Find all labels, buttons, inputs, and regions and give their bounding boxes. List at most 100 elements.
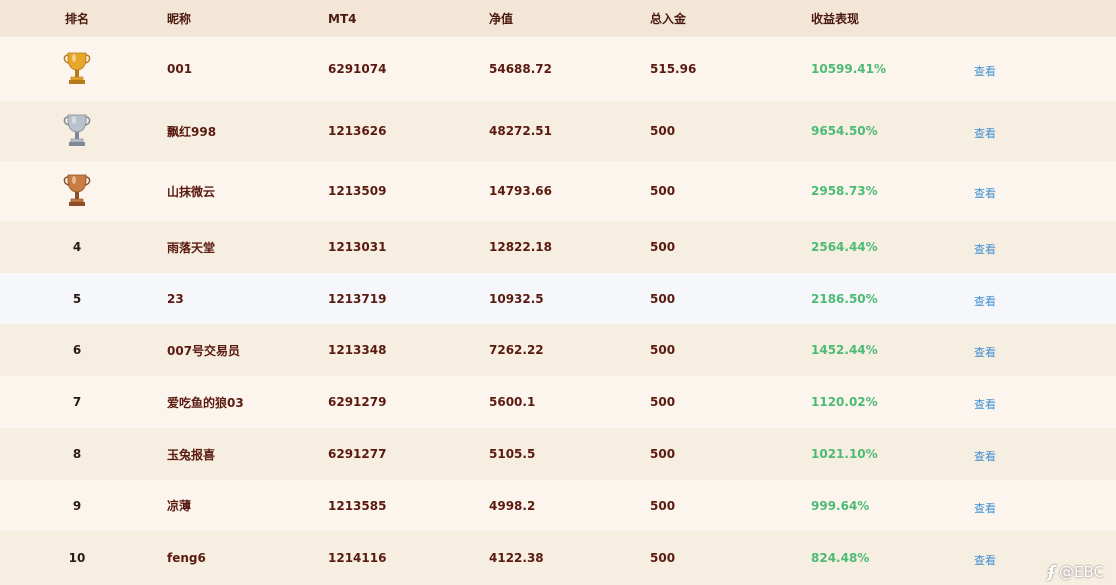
- rank-number: 9: [72, 498, 82, 513]
- performance-cell: 10599.41%: [811, 62, 887, 76]
- view-link[interactable]: 查看: [974, 181, 996, 201]
- bronze-trophy-icon: [62, 171, 92, 212]
- nickname-cell: feng6: [167, 551, 206, 565]
- rank-cell: 9: [40, 480, 114, 531]
- view-cell: 查看: [960, 428, 1010, 480]
- deposit-cell: 500: [650, 447, 676, 461]
- net-value-cell: 12822.18: [489, 240, 553, 254]
- table-row: 飘红998 1213626 48272.51 500 9654.50% 查看: [0, 101, 1116, 161]
- header-performance: 收益表现: [811, 12, 860, 26]
- rank-number: 8: [72, 447, 82, 461]
- view-link[interactable]: 查看: [974, 289, 996, 309]
- header-nickname: 昵称: [167, 12, 192, 26]
- view-cell: 查看: [960, 324, 1010, 376]
- view-cell: 查看: [960, 221, 1010, 273]
- rank-cell: 6: [40, 324, 114, 376]
- rank-cell: 10: [40, 531, 114, 585]
- view-link[interactable]: 查看: [974, 444, 996, 464]
- view-link[interactable]: 查看: [974, 121, 996, 141]
- mt4-cell: 6291074: [328, 62, 387, 76]
- nickname-cell: 玉兔报喜: [167, 447, 216, 462]
- rank-cell: [40, 37, 114, 101]
- mt4-cell: 1213585: [328, 498, 387, 513]
- view-cell: 查看: [960, 273, 1010, 324]
- view-cell: 查看: [960, 480, 1010, 531]
- nickname-cell: 雨落天堂: [167, 240, 216, 255]
- deposit-cell: 500: [650, 395, 676, 409]
- view-link[interactable]: 查看: [974, 392, 996, 412]
- header-total-deposit: 总入金: [650, 12, 687, 26]
- gold-trophy-icon: [62, 49, 92, 90]
- table-row: 6 007号交易员 1213348 7262.22 500 1452.44% 查看: [0, 324, 1116, 376]
- rank-cell: 5: [40, 273, 114, 324]
- header-net-value: 净值: [489, 12, 514, 26]
- net-value-cell: 7262.22: [489, 343, 544, 357]
- nickname-cell: 007号交易员: [167, 343, 241, 358]
- performance-cell: 2958.73%: [811, 184, 878, 198]
- deposit-cell: 500: [650, 124, 676, 138]
- net-value-cell: 48272.51: [489, 124, 553, 138]
- deposit-cell: 515.96: [650, 62, 697, 76]
- deposit-cell: 500: [650, 498, 676, 513]
- performance-cell: 1021.10%: [811, 447, 878, 461]
- performance-cell: 999.64%: [811, 498, 870, 513]
- performance-cell: 824.48%: [811, 551, 870, 565]
- table-row: 8 玉兔报喜 6291277 5105.5 500 1021.10% 查看: [0, 428, 1116, 480]
- header-mt4: MT4: [328, 11, 357, 26]
- nickname-cell: 001: [167, 62, 193, 76]
- deposit-cell: 500: [650, 184, 676, 198]
- view-link[interactable]: 查看: [974, 59, 996, 79]
- table-row: 山抹微云 1213509 14793.66 500 2958.73% 查看: [0, 161, 1116, 221]
- watermark-text: @EBC: [1059, 562, 1104, 581]
- view-cell: 查看: [960, 101, 1010, 161]
- net-value-cell: 4998.2: [489, 498, 536, 513]
- net-value-cell: 14793.66: [489, 184, 553, 198]
- net-value-cell: 5600.1: [489, 395, 536, 409]
- nickname-cell: 飘红998: [167, 124, 217, 139]
- nickname-cell: 山抹微云: [167, 184, 216, 199]
- nickname-cell: 凉薄: [167, 499, 192, 513]
- watermark-logo: ʄ: [1048, 562, 1056, 581]
- mt4-cell: 1213509: [328, 184, 387, 198]
- view-link[interactable]: 查看: [974, 237, 996, 257]
- net-value-cell: 10932.5: [489, 291, 544, 306]
- mt4-cell: 1214116: [328, 551, 387, 565]
- performance-cell: 2564.44%: [811, 240, 878, 254]
- view-link[interactable]: 查看: [974, 548, 996, 568]
- view-cell: 查看: [960, 376, 1010, 428]
- rank-number: 7: [72, 395, 82, 409]
- performance-cell: 1452.44%: [811, 343, 878, 357]
- mt4-cell: 1213719: [328, 291, 387, 306]
- table-row: 5 23 1213719 10932.5 500 2186.50% 查看: [0, 273, 1116, 324]
- mt4-cell: 1213031: [328, 240, 387, 254]
- mt4-cell: 1213348: [328, 343, 387, 357]
- nickname-cell: 23: [167, 291, 184, 306]
- mt4-cell: 6291277: [328, 447, 387, 461]
- table-row: 10 feng6 1214116 4122.38 500 824.48% 查看: [0, 531, 1116, 585]
- deposit-cell: 500: [650, 291, 676, 306]
- nickname-cell: 爱吃鱼的狼03: [167, 395, 244, 410]
- deposit-cell: 500: [650, 240, 676, 254]
- rank-cell: 7: [40, 376, 114, 428]
- rank-cell: [40, 101, 114, 161]
- performance-cell: 9654.50%: [811, 124, 878, 138]
- header-rank: 排名: [64, 12, 89, 26]
- mt4-cell: 6291279: [328, 395, 387, 409]
- view-cell: 查看: [960, 161, 1010, 221]
- deposit-cell: 500: [650, 551, 676, 565]
- net-value-cell: 54688.72: [489, 62, 553, 76]
- performance-cell: 1120.02%: [811, 395, 878, 409]
- table-row: 9 凉薄 1213585 4998.2 500 999.64% 查看: [0, 480, 1116, 531]
- rank-cell: 8: [40, 428, 114, 480]
- watermark: ʄ @EBC: [1048, 562, 1104, 581]
- table-header: 排名 昵称 MT4 净值 总入金 收益表现: [0, 0, 1116, 38]
- rank-number: 5: [72, 291, 82, 306]
- table-row: 7 爱吃鱼的狼03 6291279 5600.1 500 1120.02% 查看: [0, 376, 1116, 428]
- table-row: 001 6291074 54688.72 515.96 10599.41% 查看: [0, 37, 1116, 101]
- view-link[interactable]: 查看: [974, 496, 996, 516]
- net-value-cell: 4122.38: [489, 551, 544, 565]
- view-cell: 查看: [960, 37, 1010, 101]
- view-cell: 查看: [960, 531, 1010, 585]
- rank-cell: [40, 161, 114, 221]
- view-link[interactable]: 查看: [974, 340, 996, 360]
